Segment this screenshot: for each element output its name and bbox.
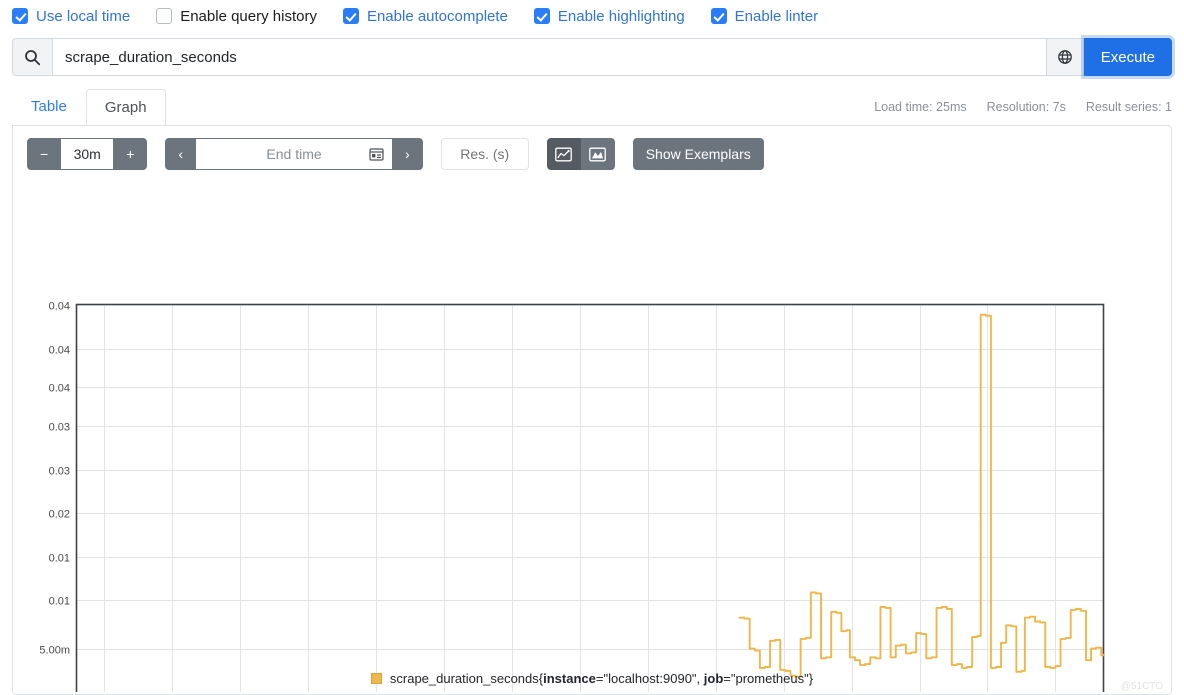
y-axis-tick-label: 5.00m [39, 645, 70, 657]
stat-load-time: Load time: 25ms [874, 100, 967, 114]
option-label: Enable linter [734, 7, 819, 25]
watermark: @51CTO [1120, 681, 1163, 692]
option-enable-query-history[interactable]: Enable query history [156, 8, 317, 25]
legend-metric-name: scrape_duration_seconds{ [389, 671, 544, 686]
search-icon [12, 38, 52, 76]
range-increase-button[interactable]: + [113, 138, 148, 170]
time-next-button[interactable]: › [392, 138, 423, 170]
graph-chart[interactable]: 0.040.040.040.030.030.020.010.015.00m0.0… [13, 182, 1171, 692]
y-axis-tick-label: 0.03 [49, 466, 70, 478]
execute-button[interactable]: Execute [1083, 38, 1172, 76]
area-chart-icon[interactable] [580, 138, 615, 170]
y-axis-tick-label: 0.04 [49, 345, 70, 357]
option-use-local-time[interactable]: Use local time [12, 8, 130, 25]
end-time-input[interactable]: End time [196, 138, 393, 170]
range-stepper: − 30m + [27, 138, 148, 170]
tab-table[interactable]: Table [12, 88, 86, 125]
axis-frame [75, 303, 1105, 692]
legend-color-swatch [370, 673, 382, 684]
end-time-picker: ‹ End time › [165, 138, 423, 170]
stat-resolution: Resolution: 7s [986, 100, 1066, 114]
checkbox-enable-linter[interactable] [710, 8, 727, 24]
checkbox-enable-query-history[interactable] [156, 8, 173, 24]
checkbox-enable-highlighting[interactable] [533, 8, 550, 24]
query-bar: Execute [12, 38, 1172, 76]
resolution-input[interactable] [440, 138, 529, 170]
legend-label-job: job [703, 671, 724, 686]
chart-type-toggle [546, 138, 615, 170]
graph-controls: − 30m + ‹ End time › Res. (s) Show Exemp… [13, 126, 1171, 170]
legend-value-job: ="prometheus"} [723, 671, 814, 686]
options-row: Use local time Enable query history Enab… [0, 0, 1184, 32]
query-input[interactable] [52, 38, 1046, 76]
y-axis-tick-label: 0.02 [49, 509, 70, 521]
y-axis-ticks: 0.040.040.040.030.030.020.010.015.00m0.0… [39, 301, 70, 657]
option-label: Enable autocomplete [366, 7, 508, 25]
line-chart-icon[interactable] [546, 138, 581, 170]
range-decrease-button[interactable]: − [27, 138, 62, 170]
option-label: Use local time [36, 7, 131, 25]
calendar-icon[interactable] [369, 147, 384, 161]
show-exemplars-button[interactable]: Show Exemplars [632, 138, 764, 170]
stat-result-series: Result series: 1 [1085, 100, 1172, 114]
chart-legend[interactable]: scrape_duration_seconds{instance="localh… [13, 671, 1171, 686]
option-label: Enable highlighting [557, 7, 685, 25]
y-axis-tick-label: 0.04 [49, 383, 70, 395]
query-stats: Load time: 25ms Resolution: 7s Result se… [874, 100, 1172, 125]
option-enable-autocomplete[interactable]: Enable autocomplete [342, 7, 508, 25]
range-value[interactable]: 30m [61, 138, 114, 170]
tab-graph[interactable]: Graph [85, 89, 166, 126]
checkbox-use-local-time[interactable] [12, 8, 28, 24]
y-axis-tick-label: 0.03 [49, 422, 70, 434]
checkbox-enable-autocomplete[interactable] [342, 8, 359, 24]
end-time-placeholder: End time [266, 146, 322, 162]
tabs-bar: Table Graph Load time: 25ms Resolution: … [12, 88, 1172, 126]
y-axis-tick-label: 0.01 [49, 553, 70, 565]
time-prev-button[interactable]: ‹ [165, 138, 197, 170]
legend-label-instance: instance [543, 671, 596, 686]
grid-lines [77, 305, 1103, 692]
option-enable-linter[interactable]: Enable linter [710, 7, 819, 25]
legend-label: scrape_duration_seconds{instance="localh… [390, 671, 813, 686]
metric-explorer-icon[interactable] [1045, 38, 1084, 76]
chart-svg: 0.040.040.040.030.030.020.010.015.00m0.0… [39, 301, 1105, 692]
legend-value-instance: ="localhost:9090", [595, 671, 704, 686]
series-line [738, 313, 1104, 678]
option-enable-highlighting[interactable]: Enable highlighting [533, 7, 685, 25]
y-axis-tick-label: 0.04 [49, 301, 70, 313]
y-axis-tick-label: 0.01 [49, 596, 70, 608]
graph-panel: − 30m + ‹ End time › Res. (s) Show Exemp… [12, 125, 1172, 695]
option-label: Enable query history [180, 7, 317, 25]
